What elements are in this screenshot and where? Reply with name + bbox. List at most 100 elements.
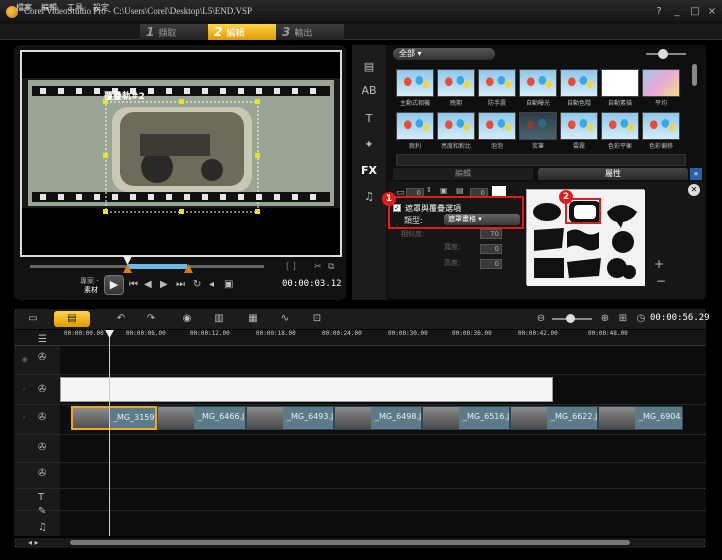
tab-attribute[interactable]: 屬性 <box>538 168 688 180</box>
volume-icon[interactable]: ◂ <box>209 279 214 290</box>
zoom-out-icon[interactable]: ⊖ <box>530 311 552 327</box>
mixer-icon[interactable]: ▥ <box>208 311 230 327</box>
filter-thumb[interactable] <box>601 112 639 140</box>
overlay-track-3-icon[interactable]: ✇ <box>38 442 46 453</box>
filter-thumb[interactable] <box>478 69 516 97</box>
video-clip[interactable]: _MG_6516.J... <box>422 406 510 430</box>
menu-edit[interactable]: 編輯 <box>41 2 57 13</box>
overlay-track-icon[interactable]: ✇ <box>38 384 46 395</box>
maximize-button[interactable]: □ <box>688 5 702 18</box>
track-visibility-icon[interactable]: ◦ <box>22 386 26 394</box>
width-field[interactable]: 0 <box>480 244 502 254</box>
home-icon[interactable]: ⏮ <box>129 279 138 290</box>
filter-thumb[interactable] <box>519 69 557 97</box>
video-clip[interactable]: _MG_6904.JF <box>598 406 683 430</box>
zoom-knob[interactable] <box>566 314 575 323</box>
undo-icon[interactable]: ↶ <box>110 311 132 327</box>
bracket-icons[interactable]: [ ] <box>286 262 296 272</box>
library-folder-dropdown[interactable]: 全部 ▾ <box>393 48 495 60</box>
timeline-scroll-thumb[interactable] <box>70 540 630 545</box>
expand-options-icon[interactable]: » <box>690 168 702 180</box>
library-scrollbar[interactable] <box>692 64 697 86</box>
video-track-icon[interactable]: ✇ <box>38 352 46 363</box>
title-icon[interactable]: T <box>360 110 378 128</box>
minimize-button[interactable]: _ <box>670 5 684 18</box>
transition-icon[interactable]: AB <box>360 82 378 100</box>
audio-wave-icon[interactable]: ∿ <box>274 311 296 327</box>
record-capture-icon[interactable]: ◉ <box>176 311 198 327</box>
video-clip[interactable]: _MG_6466.JPG <box>157 406 246 430</box>
timeline-view-button[interactable]: ▤ <box>54 311 90 327</box>
filter-thumb[interactable] <box>560 69 598 97</box>
track-manager-icon[interactable]: ☰ <box>38 334 47 345</box>
video-clip[interactable]: _MG_6493.JPG <box>246 406 334 430</box>
menu-settings[interactable]: 設定 <box>93 2 109 13</box>
enlarge-icon[interactable]: ⧉ <box>328 262 334 272</box>
thumb-size-knob[interactable] <box>658 49 668 59</box>
video-clip[interactable]: _MG_6622.JPG <box>510 406 598 430</box>
audio-icon[interactable]: ♫ <box>360 188 378 206</box>
tab-edit[interactable]: 編輯 <box>393 168 533 180</box>
remove-mask-button[interactable]: − <box>656 274 666 288</box>
title-track-icon[interactable]: T <box>38 492 44 503</box>
filter-thumb[interactable] <box>519 112 557 140</box>
step-edit-tab[interactable]: 2 編輯 <box>208 24 276 40</box>
motion-track-icon[interactable]: ⊡ <box>306 311 328 327</box>
type-dropdown[interactable]: 遮罩畫格 ▾ <box>444 214 520 225</box>
voice-track-icon[interactable]: ✎ <box>38 506 46 517</box>
step-capture-tab[interactable]: 1 擷取 <box>140 24 208 40</box>
ripple-icon[interactable]: ⊕ <box>22 356 28 364</box>
filter-thumb[interactable] <box>478 112 516 140</box>
menu-file[interactable]: 檔案 <box>16 2 32 13</box>
timeline-options-icon[interactable]: ◂ ▸ <box>28 538 39 547</box>
timecode-display[interactable]: 00:00:03.12 <box>282 279 342 289</box>
spin-icon[interactable]: ⇕ <box>426 186 432 194</box>
overlay-clip[interactable] <box>60 377 553 402</box>
close-button[interactable]: × <box>705 5 719 18</box>
step-share-tab[interactable]: 3 輸出 <box>276 24 344 40</box>
filter-thumb[interactable] <box>396 69 434 97</box>
border-width-icon[interactable]: ▤ <box>456 186 464 195</box>
height-field[interactable]: 0 <box>480 259 502 269</box>
filter-thumb[interactable] <box>642 69 680 97</box>
media-icon[interactable]: ▤ <box>360 58 378 76</box>
help-button[interactable]: ? <box>652 5 666 18</box>
ruler-tick: 00:00:18.00 <box>256 330 296 337</box>
filter-thumb[interactable] <box>560 112 598 140</box>
filter-thumb[interactable] <box>437 112 475 140</box>
music-track-icon[interactable]: ♫ <box>38 522 47 533</box>
repeat-icon[interactable]: ↻ <box>193 279 201 290</box>
add-mask-button[interactable]: + <box>654 257 664 271</box>
similarity-field[interactable]: 70 <box>480 229 502 239</box>
filter-fx-icon[interactable]: FX <box>360 162 378 180</box>
overlay-track-2-icon[interactable]: ✇ <box>38 412 46 423</box>
track-visibility-icon[interactable]: ◦ <box>22 414 26 422</box>
redo-icon[interactable]: ↷ <box>140 311 162 327</box>
border-color-icon[interactable]: ▣ <box>440 186 448 195</box>
playhead-line[interactable] <box>109 332 110 536</box>
overlay-track-4-icon[interactable]: ✇ <box>38 468 46 479</box>
auto-music-icon[interactable]: ▦ <box>242 311 264 327</box>
track-divider <box>14 404 706 405</box>
graphic-icon[interactable]: ✦ <box>360 136 378 154</box>
filter-thumb[interactable] <box>642 112 680 140</box>
video-clip[interactable]: _MG_6498.JPG <box>334 406 422 430</box>
end-icon[interactable]: ⏭ <box>176 279 185 290</box>
border-color-swatch[interactable] <box>492 186 506 196</box>
play-button[interactable]: ▶ <box>104 275 124 295</box>
mask-checkbox[interactable]: ✓ <box>393 204 401 212</box>
storyboard-view-button[interactable]: ▭ <box>22 311 44 327</box>
close-options-icon[interactable]: ✕ <box>688 184 700 196</box>
preview-window[interactable] <box>20 50 342 257</box>
filter-thumb[interactable] <box>437 69 475 97</box>
hd-preview-icon[interactable]: ▣ <box>224 279 233 290</box>
next-frame-icon[interactable]: ▶ <box>160 279 168 290</box>
similarity-label: 相似度: <box>401 230 425 238</box>
menu-tools[interactable]: 工具 <box>67 2 83 13</box>
cut-icon[interactable]: ✂ <box>314 262 322 272</box>
filter-thumb[interactable] <box>601 69 639 97</box>
prev-frame-icon[interactable]: ◀ <box>144 279 152 290</box>
filter-thumb[interactable] <box>396 112 434 140</box>
video-clip[interactable]: _MG_3159... <box>71 406 157 430</box>
clip-mode-label[interactable]: 素材 <box>84 285 98 295</box>
